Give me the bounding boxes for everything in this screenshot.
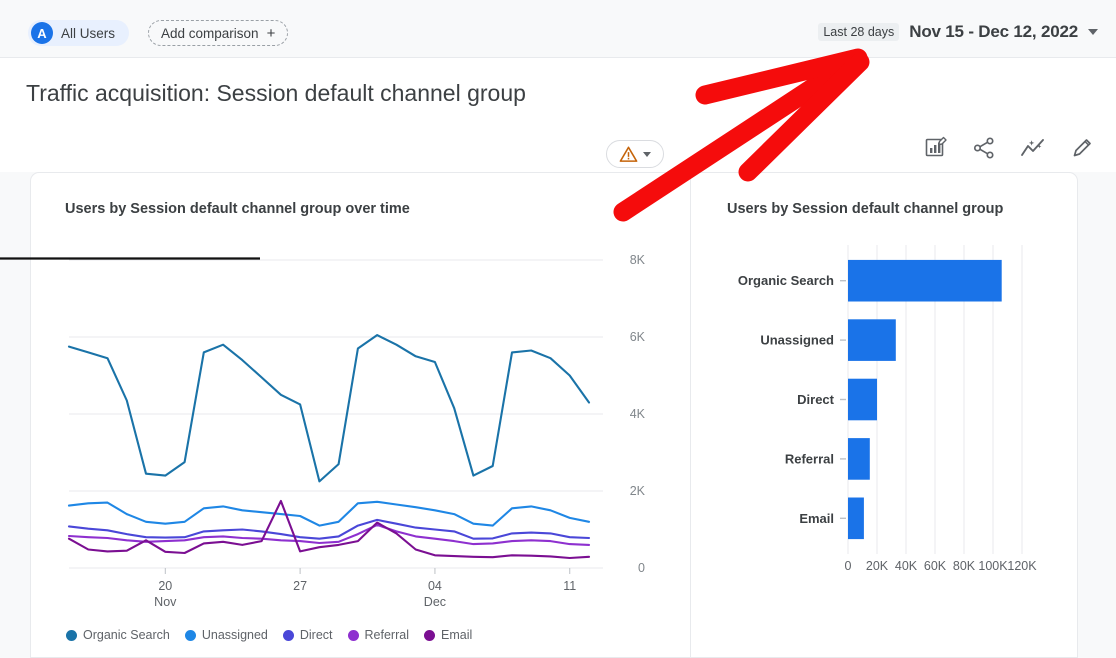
report-body: Users by Session default channel group o… xyxy=(0,172,1116,658)
all-users-label: All Users xyxy=(61,26,115,41)
bar-referral[interactable] xyxy=(848,438,870,480)
legend-color-dot xyxy=(283,630,294,641)
page-title: Traffic acquisition: Session default cha… xyxy=(26,80,526,107)
bar-category-label: Unassigned xyxy=(760,333,834,348)
legend-color-dot xyxy=(348,630,359,641)
bar-category-label: Referral xyxy=(785,451,834,466)
legend-color-dot xyxy=(185,630,196,641)
bar-x-axis-tick-label: 100K xyxy=(978,559,1008,573)
channel-bar-card: Users by Session default channel group O… xyxy=(690,172,1078,658)
time-series-chart[interactable]: 0 2K 4K 6K 8K 20 Nov 27 04 Dec 11 xyxy=(31,173,689,653)
legend-label: Organic Search xyxy=(83,628,170,642)
date-range-text: Nov 15 - Dec 12, 2022 xyxy=(909,22,1078,42)
legend-color-dot xyxy=(66,630,77,641)
x-axis-tick-label: 11 xyxy=(563,579,576,593)
x-axis-tick-label: 20 xyxy=(158,579,172,593)
report-warning-dropdown[interactable] xyxy=(606,140,664,168)
bar-direct[interactable] xyxy=(848,379,877,421)
bar-email[interactable] xyxy=(848,498,864,540)
legend-item-organic-search[interactable]: Organic Search xyxy=(66,628,170,642)
channel-bar-card-title: Users by Session default channel group xyxy=(727,201,1003,217)
legend-label: Unassigned xyxy=(202,628,268,642)
top-bar: A All Users Add comparison + Last 28 day… xyxy=(0,0,1116,58)
bar-organic-search[interactable] xyxy=(848,260,1002,302)
time-series-card-title: Users by Session default channel group o… xyxy=(65,201,410,217)
add-comparison-label: Add comparison xyxy=(161,26,259,41)
legend-item-referral[interactable]: Referral xyxy=(348,628,409,642)
bar-category-label: Organic Search xyxy=(738,273,834,288)
bar-x-axis-tick-label: 0 xyxy=(845,559,852,573)
share-icon[interactable] xyxy=(972,136,996,160)
y-axis-tick-label: 6K xyxy=(630,330,646,344)
chevron-down-icon xyxy=(643,152,651,157)
x-axis-tick-sublabel: Dec xyxy=(424,595,446,609)
x-axis-tick-sublabel: Nov xyxy=(154,595,177,609)
warning-triangle-icon xyxy=(619,145,638,163)
all-users-segment-chip[interactable]: A All Users xyxy=(28,20,129,46)
legend-label: Referral xyxy=(365,628,409,642)
bar-category-label: Email xyxy=(799,511,834,526)
chart-legend: Organic Search Unassigned Direct Referral Em… xyxy=(66,628,472,642)
y-axis-tick-label: 4K xyxy=(630,407,646,421)
customize-report-icon[interactable] xyxy=(924,136,948,160)
legend-label: Direct xyxy=(300,628,333,642)
series-line-unassigned xyxy=(69,502,589,526)
edit-pencil-icon[interactable] xyxy=(1070,136,1094,160)
avatar: A xyxy=(31,22,53,44)
title-bar: Traffic acquisition: Session default cha… xyxy=(0,58,1116,172)
legend-item-unassigned[interactable]: Unassigned xyxy=(185,628,268,642)
last-28-days-badge: Last 28 days xyxy=(818,23,899,41)
legend-item-direct[interactable]: Direct xyxy=(283,628,333,642)
bar-x-axis-tick-label: 80K xyxy=(953,559,976,573)
y-axis-tick-label: 8K xyxy=(630,253,646,267)
legend-label: Email xyxy=(441,628,472,642)
plus-icon: + xyxy=(267,26,276,41)
chevron-down-icon xyxy=(1088,29,1098,35)
x-axis-tick-label: 27 xyxy=(293,579,307,593)
series-line-organic-search xyxy=(69,335,589,481)
channel-bar-chart[interactable]: Organic Search Unassigned Direct Referral Em… xyxy=(691,173,1077,653)
report-toolbar xyxy=(924,136,1094,160)
add-comparison-button[interactable]: Add comparison + xyxy=(148,20,288,46)
time-series-card: Users by Session default channel group o… xyxy=(30,172,690,658)
legend-item-email[interactable]: Email xyxy=(424,628,472,642)
y-axis-tick-label: 2K xyxy=(630,484,646,498)
bar-category-label: Direct xyxy=(797,392,835,407)
bar-x-axis-tick-label: 20K xyxy=(866,559,889,573)
bar-x-axis-tick-label: 120K xyxy=(1007,559,1037,573)
y-axis-tick-label: 0 xyxy=(638,561,645,575)
insights-icon[interactable] xyxy=(1020,136,1046,160)
legend-color-dot xyxy=(424,630,435,641)
bar-unassigned[interactable] xyxy=(848,319,896,361)
x-axis-tick-label: 04 xyxy=(428,579,442,593)
analytics-report-page: A All Users Add comparison + Last 28 day… xyxy=(0,0,1116,658)
date-range-selector[interactable]: Last 28 days Nov 15 - Dec 12, 2022 xyxy=(818,22,1098,42)
bar-x-axis-tick-label: 40K xyxy=(895,559,918,573)
bar-x-axis-tick-label: 60K xyxy=(924,559,947,573)
